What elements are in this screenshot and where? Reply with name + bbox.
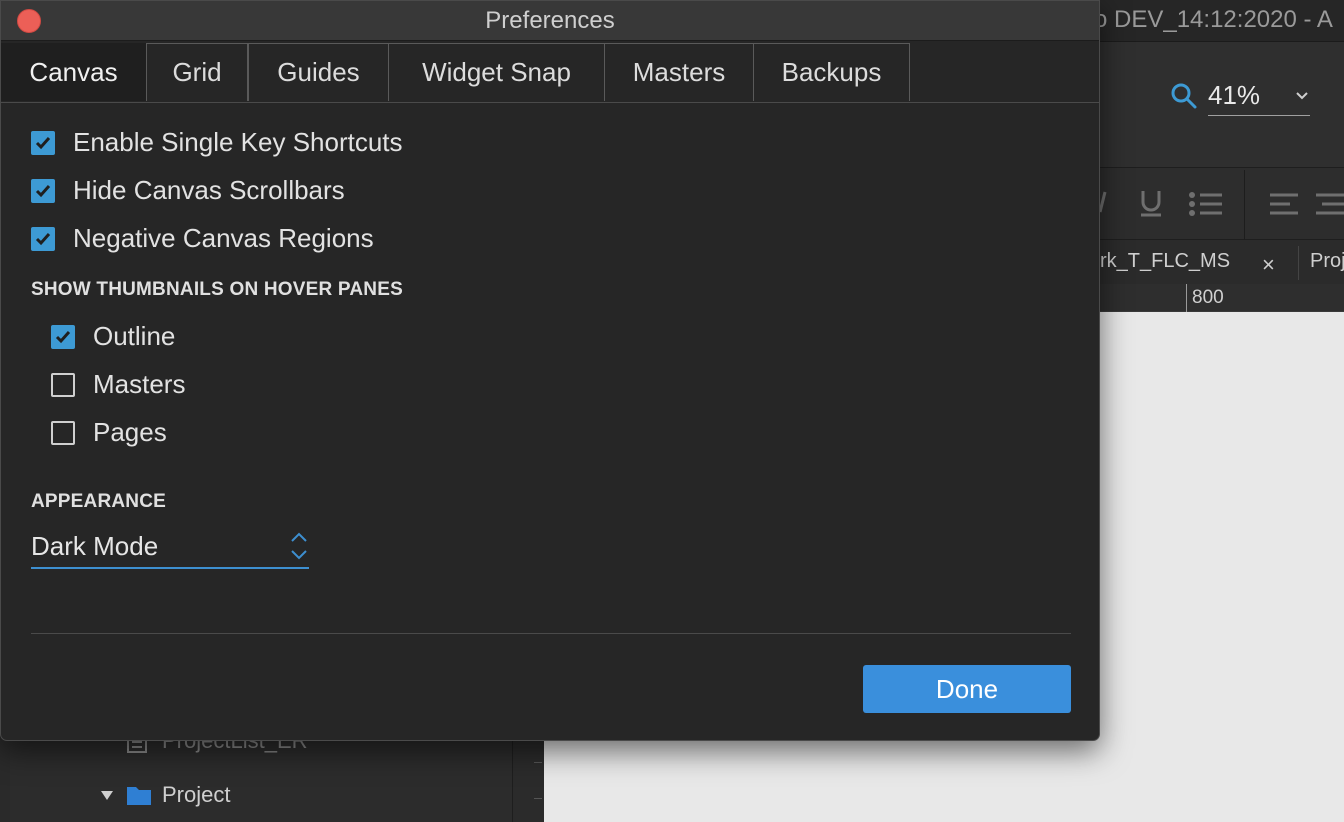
bullet-list-icon[interactable]	[1188, 190, 1224, 218]
tree-item-folder[interactable]: Project	[100, 782, 230, 808]
option-enable-single-key-shortcuts[interactable]: Enable Single Key Shortcuts	[31, 127, 403, 158]
option-label: Enable Single Key Shortcuts	[73, 127, 403, 157]
checkbox-unchecked[interactable]	[51, 372, 75, 397]
tab-masters[interactable]: Masters	[604, 43, 754, 101]
checkmark-icon	[35, 136, 51, 149]
checkbox-checked[interactable]	[31, 226, 55, 251]
done-button[interactable]: Done	[863, 665, 1071, 713]
checkbox-checked[interactable]	[51, 324, 75, 349]
up-down-chevron-icon	[291, 532, 307, 560]
checkbox-checked[interactable]	[31, 130, 55, 155]
appearance-section-heading: APPEARANCE	[31, 491, 167, 512]
app-title: o DEV_14:12:2020 - A	[1094, 6, 1333, 33]
zoom-value: 41%	[1208, 80, 1261, 110]
option-hide-canvas-scrollbars[interactable]: Hide Canvas Scrollbars	[31, 175, 345, 206]
toolbar-separator	[1244, 170, 1245, 240]
checkbox-checked[interactable]	[31, 178, 55, 203]
tab-grid[interactable]: Grid	[146, 43, 248, 101]
option-negative-canvas-regions[interactable]: Negative Canvas Regions	[31, 223, 374, 254]
ruler-label: 800	[1192, 287, 1224, 308]
document-tab-next[interactable]: Proj	[1310, 250, 1344, 273]
ruler-tick	[1186, 284, 1187, 312]
checkmark-icon	[35, 184, 51, 197]
dialog-divider	[31, 633, 1071, 634]
triangle-down-icon[interactable]	[100, 788, 114, 802]
checkmark-icon	[35, 232, 51, 245]
ruler-tick	[534, 762, 542, 763]
search-icon	[1171, 83, 1197, 109]
preferences-tabs: Canvas Grid Guides Widget Snap Masters B…	[1, 41, 1099, 103]
checkbox-unchecked[interactable]	[51, 420, 75, 445]
thumbnails-section-heading: SHOW THUMBNAILS ON HOVER PANES	[31, 279, 403, 300]
tab-guides[interactable]: Guides	[248, 43, 389, 101]
tab-canvas[interactable]: Canvas	[1, 43, 146, 101]
tab-widget-snap[interactable]: Widget Snap	[388, 43, 605, 101]
option-label: Outline	[93, 321, 176, 351]
dialog-title-bar[interactable]: Preferences	[1, 1, 1099, 41]
thumbnail-option-pages[interactable]: Pages	[51, 417, 167, 448]
appearance-value: Dark Mode	[31, 531, 159, 561]
checkmark-icon	[55, 330, 71, 343]
close-icon[interactable]: ×	[1262, 252, 1275, 278]
tab-separator	[1298, 246, 1299, 280]
underline-icon[interactable]	[1138, 188, 1164, 218]
zoom-control[interactable]: 41%	[1170, 80, 1310, 116]
align-left-icon[interactable]	[1268, 192, 1300, 216]
zoom-field[interactable]: 41%	[1208, 80, 1310, 116]
option-label: Pages	[93, 417, 167, 447]
preferences-dialog: Preferences Canvas Grid Guides Widget Sn…	[0, 0, 1100, 741]
option-label: Hide Canvas Scrollbars	[73, 175, 345, 205]
folder-icon	[127, 787, 151, 805]
document-tab[interactable]: rk_T_FLC_MS	[1100, 250, 1230, 273]
appearance-select[interactable]: Dark Mode	[31, 527, 309, 569]
horizontal-ruler: 800	[1100, 284, 1344, 312]
tab-backups[interactable]: Backups	[753, 43, 910, 101]
option-label: Masters	[93, 369, 186, 399]
option-label: Negative Canvas Regions	[73, 223, 374, 253]
ruler-tick	[534, 798, 542, 799]
thumbnail-option-outline[interactable]: Outline	[51, 321, 175, 352]
dialog-title: Preferences	[485, 7, 615, 34]
align-center-icon[interactable]	[1314, 192, 1344, 216]
tree-item-label: Project	[162, 782, 231, 807]
chevron-down-icon[interactable]	[1294, 88, 1310, 104]
thumbnail-option-masters[interactable]: Masters	[51, 369, 185, 400]
